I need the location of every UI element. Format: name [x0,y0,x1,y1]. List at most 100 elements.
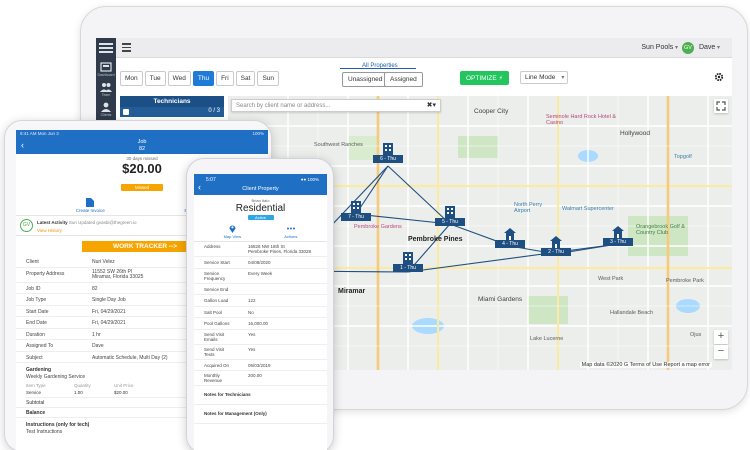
job-row-value: 82 [92,285,98,292]
sidebar-menu-icon[interactable] [99,43,113,53]
notes-for-management[interactable]: Notes for Management (Only) [194,405,327,424]
property-row-gallon-load: Gallon Load 122 [194,295,327,307]
job-row-value: Nuri Velez [92,259,115,265]
line-mode-select[interactable]: Line Mode [520,71,569,84]
job-row-value: Single Day Job [92,297,126,303]
user-avatar[interactable]: GV [682,42,694,54]
property-row-key: Monthly Revenue [204,373,246,383]
property-row-key: Send Visit Emails [204,332,246,342]
job-row-value: Automatic Schedule, Multi Day (2) [92,354,168,361]
route-stop-3[interactable]: 3 - Thu [603,226,633,246]
grid-value: Service [26,390,42,395]
job-header: ‹ Job 82 [16,139,268,154]
gear-icon[interactable] [714,72,724,82]
zoom-out-button[interactable]: − [714,345,728,359]
actions-button[interactable]: Actions [284,224,297,239]
property-row-service-end: Service End [194,284,327,295]
route-stop-label: 7 - Thu [341,213,371,221]
team-icon[interactable] [100,82,112,92]
zoom-in-button[interactable]: + [714,330,728,344]
house-icon [550,236,562,248]
map-view-label: Map View [223,234,242,239]
fullscreen-button[interactable] [714,99,728,113]
map-label-topgolf: Topgolf [674,154,692,160]
day-button-mon[interactable]: Mon [120,71,143,86]
phone-status-time: 5:07 [206,177,216,183]
property-row-value: 04/08/2020 [248,260,271,265]
sidebar-item-team[interactable]: Team [96,93,116,97]
property-row-value: No [248,309,254,315]
all-properties-label[interactable]: All Properties [362,63,398,69]
key-line-2: Emails [204,336,218,342]
route-stop-label: 5 - Thu [435,218,465,226]
building-icon [351,201,361,213]
route-stop-1[interactable]: 1 - Thu [393,252,423,272]
company-selector[interactable]: Sun Pools [641,44,678,51]
map-label-north-perry: North Perry Airport [514,202,543,214]
map-label-west-park: West Park [598,276,624,282]
clear-search-icon[interactable]: ✖▾ [427,101,436,109]
property-row-send-texts: Send Visit Texts Yes [194,345,327,360]
day-button-thu[interactable]: Thu [192,71,215,86]
job-header-title: Job [137,139,147,145]
create-invoice-button[interactable]: Create Invoice [76,198,105,213]
route-stop-6[interactable]: 6 - Thu [373,143,403,163]
notes-for-technicians[interactable]: Notes for Technicians [194,386,327,405]
map-label-miramar: Miramar [338,288,366,295]
job-row-value: Fri, 04/29/2021 [92,308,126,315]
optimize-button[interactable]: OPTIMIZE ⚡ [460,71,510,85]
dashboard-icon[interactable] [100,62,112,72]
property-row-value: Yes [248,331,256,337]
schedule-toolbar: Mon Tue Wed Thu Fri Sat Sun All Properti… [116,58,732,96]
sidebar-item-dashboard[interactable]: Dashboard [96,73,116,77]
key-line-2: Frequency [204,275,226,281]
technicians-title: Technicians [120,96,224,107]
assigned-button[interactable]: Assigned [384,72,423,87]
map-label-orangebrook: Orangebrook Golf & Country Club [636,224,685,236]
route-stop-7[interactable]: 7 - Thu [341,201,371,221]
day-button-sat[interactable]: Sat [235,71,256,86]
back-arrow-icon[interactable]: ‹ [21,141,24,150]
day-button-tue[interactable]: Tue [144,71,166,86]
property-row-key: Pool Gallons [204,321,230,326]
unassigned-button[interactable]: Unassigned [342,72,389,87]
property-owner: Brian Italo [251,198,270,203]
client-property-screen: 5:07 ●● 100% ‹ Client Property Brian Ita… [194,174,327,450]
route-stop-label: 1 - Thu [393,264,423,272]
day-button-sun[interactable]: Sun [257,71,280,86]
property-row-key: Address [204,244,221,249]
route-stop-label: 4 - Thu [495,240,525,248]
map-view-button[interactable]: Map View [223,224,242,239]
view-history-link[interactable]: View History [37,228,62,233]
actions-label: Actions [284,234,298,239]
property-row-key: Acquired On [204,362,230,368]
building-icon [403,252,413,264]
job-header-id: 82 [138,146,146,152]
property-row-value: 16826 NW 18th St Pembroke Pines, Florida … [248,244,324,254]
day-button-fri[interactable]: Fri [216,71,234,86]
address-line-2: Miramar, Florida 33025 [92,274,144,280]
map-search-input[interactable]: Search by client name or address... ✖▾ [231,99,441,112]
day-button-wed[interactable]: Wed [167,71,191,86]
map-label-seminole: Seminole Hard Rock Hotel & Casino [546,114,617,126]
key-line-2: Revenue [204,378,223,383]
map-attribution[interactable]: Map data ©2020 G Terms of Use Report a m… [579,362,712,368]
property-row-value: 05/03/2019 [248,362,271,368]
sidebar-item-clients[interactable]: Clients [96,113,116,117]
property-row-value: Every Week [248,270,273,276]
clients-icon[interactable] [100,102,112,112]
tablet-status-time: 9:41 AM Mon Jun 3 [20,131,59,136]
activity-subtitle: Sun Updated gvasbi@thegreen.io [68,220,137,225]
property-row-value: Yes [248,346,256,352]
map-label-pembroke-gardens: Pembroke Gardens [354,224,402,230]
map-label-ojus: Ojus [690,332,702,338]
route-stop-2[interactable]: 2 - Thu [541,236,571,256]
job-row-key: Subject [26,354,43,361]
house-icon [612,226,624,238]
user-menu[interactable]: Dave [699,44,720,51]
route-stop-5[interactable]: 5 - Thu [435,206,465,226]
technicians-row[interactable]: 0 / 3 [120,107,224,117]
route-stop-4[interactable]: 4 - Thu [495,228,525,248]
hamburger-menu-icon[interactable] [122,43,131,52]
technicians-checkbox[interactable] [123,109,129,115]
